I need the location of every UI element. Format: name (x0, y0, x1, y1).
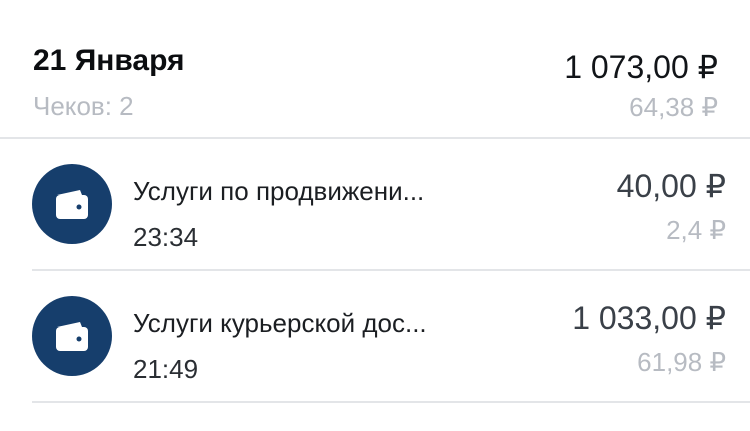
day-total-amount: 1 073,00 ₽ (564, 49, 718, 85)
day-summary-header: 21 Января Чеков: 2 1 073,00 ₽ 64,38 ₽ (0, 0, 750, 138)
transaction-amount: 40,00 ₽ (616, 168, 726, 204)
transaction-row[interactable]: Услуги по продвижени... 23:34 40,00 ₽ 2,… (0, 139, 750, 269)
wallet-icon (32, 164, 112, 244)
transaction-title: Услуги курьерской дос... (133, 308, 427, 338)
day-bonus-amount: 64,38 ₽ (629, 92, 718, 122)
transaction-time: 23:34 (133, 222, 199, 252)
transaction-bonus: 2,4 ₽ (666, 215, 726, 245)
transaction-row[interactable]: Услуги курьерской дос... 21:49 1 033,00 … (0, 271, 750, 401)
wallet-icon (32, 296, 112, 376)
transaction-bonus: 61,98 ₽ (637, 347, 726, 377)
transaction-amount: 1 033,00 ₽ (572, 300, 726, 336)
transaction-time: 21:49 (133, 354, 199, 384)
receipt-count: Чеков: 2 (33, 91, 134, 121)
transaction-title: Услуги по продвижени... (133, 176, 425, 206)
row-divider (32, 401, 750, 403)
day-date-title: 21 Января (33, 44, 185, 77)
